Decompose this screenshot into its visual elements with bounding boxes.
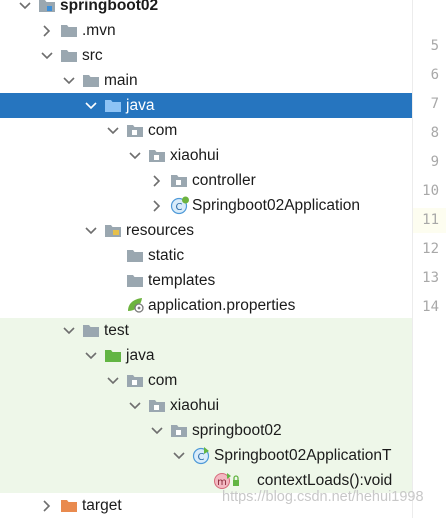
package-icon: [170, 172, 188, 189]
expand-arrow-icon[interactable]: [150, 168, 164, 193]
folder-icon: [60, 22, 78, 39]
folder-icon: [126, 247, 144, 264]
tree-node-label: contextLoads():void: [257, 472, 393, 489]
tree-node[interactable]: springboot02: [0, 418, 412, 443]
module-icon: [38, 0, 56, 14]
collapse-arrow-icon[interactable]: [18, 0, 32, 18]
collapse-arrow-icon[interactable]: [84, 343, 98, 368]
svg-text:C: C: [176, 202, 183, 213]
tree-node-label: test: [104, 322, 129, 339]
tree-node[interactable]: com: [0, 118, 412, 143]
collapse-arrow-icon[interactable]: [62, 68, 76, 93]
tree-node[interactable]: java: [0, 93, 412, 118]
line-number: 13: [422, 270, 439, 286]
tree-node-label: static: [148, 247, 185, 264]
project-tree: springboot02 .mvn src main java com xiaohui con…: [0, 0, 412, 518]
collapse-arrow-icon[interactable]: [128, 393, 142, 418]
tree-node-label: com: [148, 372, 178, 389]
editor-gutter: 5 6 7 8 9 10 11 12 13 14: [412, 0, 446, 518]
tree-node-label: controller: [192, 172, 256, 189]
expand-arrow-icon[interactable]: [40, 18, 54, 43]
tree-node[interactable]: .mvn: [0, 18, 412, 43]
collapse-arrow-icon[interactable]: [84, 93, 98, 118]
tree-node-label: springboot02: [192, 422, 282, 439]
package-icon: [148, 397, 166, 414]
spring-properties-icon: [126, 295, 144, 313]
tree-node[interactable]: springboot02: [0, 0, 412, 18]
tree-node-label: .mvn: [82, 22, 116, 39]
tree-node-label: Springboot02Application: [192, 197, 361, 214]
excluded-folder-icon: [60, 497, 78, 514]
tree-node[interactable]: xiaohui: [0, 143, 412, 168]
tree-node[interactable]: java: [0, 343, 412, 368]
tree-node[interactable]: C Springboot02ApplicationT: [0, 443, 412, 468]
package-icon: [170, 422, 188, 439]
collapse-arrow-icon[interactable]: [62, 318, 76, 343]
source-folder-icon: [104, 97, 122, 114]
test-class-icon: C: [192, 445, 210, 465]
line-number: 10: [422, 183, 439, 199]
folder-icon: [126, 272, 144, 289]
tree-node[interactable]: xiaohui: [0, 393, 412, 418]
collapse-arrow-icon[interactable]: [128, 143, 142, 168]
line-number: 9: [430, 154, 439, 170]
line-number: 7: [430, 96, 439, 112]
folder-icon: [82, 322, 100, 339]
line-number: 5: [430, 38, 439, 54]
line-number: 12: [422, 241, 439, 257]
tree-node-label: templates: [148, 272, 216, 289]
tree-node-label: xiaohui: [170, 397, 220, 414]
tree-node[interactable]: com: [0, 368, 412, 393]
tree-node[interactable]: static: [0, 243, 412, 268]
collapse-arrow-icon[interactable]: [172, 443, 186, 468]
line-number: 6: [430, 67, 439, 83]
tree-node[interactable]: C Springboot02Application: [0, 193, 412, 218]
expand-arrow-icon[interactable]: [40, 493, 54, 518]
package-icon: [148, 147, 166, 164]
method-icon: m: [214, 472, 239, 489]
tree-node-label: main: [104, 72, 138, 89]
tree-node[interactable]: controller: [0, 168, 412, 193]
tree-node-label: src: [82, 47, 103, 64]
line-number: 8: [430, 125, 439, 141]
tree-node-label: java: [126, 97, 155, 114]
collapse-arrow-icon[interactable]: [150, 418, 164, 443]
package-icon: [126, 372, 144, 389]
folder-icon: [82, 72, 100, 89]
watermark: https://blog.csdn.net/hehui1998: [222, 489, 424, 505]
package-icon: [126, 122, 144, 139]
test-folder-icon: [104, 347, 122, 364]
expand-arrow-icon[interactable]: [150, 193, 164, 218]
tree-node[interactable]: application.properties: [0, 293, 412, 318]
spring-class-icon: C: [170, 195, 189, 215]
line-number: 14: [422, 299, 439, 315]
tree-node-label: springboot02: [60, 0, 159, 14]
tree-node-label: target: [82, 497, 122, 514]
tree-node[interactable]: resources: [0, 218, 412, 243]
tree-node-label: com: [148, 122, 178, 139]
collapse-arrow-icon[interactable]: [106, 368, 120, 393]
tree-node-label: java: [126, 347, 155, 364]
tree-node-label: Springboot02ApplicationT: [214, 447, 392, 464]
tree-node-label: resources: [126, 222, 195, 239]
folder-icon: [60, 47, 78, 64]
tree-node[interactable]: main: [0, 68, 412, 93]
line-number: 11: [413, 208, 446, 233]
tree-node[interactable]: templates: [0, 268, 412, 293]
svg-text:m: m: [217, 477, 227, 488]
collapse-arrow-icon[interactable]: [40, 43, 54, 68]
collapse-arrow-icon[interactable]: [84, 218, 98, 243]
svg-text:C: C: [198, 452, 205, 463]
tree-node-label: application.properties: [148, 297, 296, 314]
tree-node-label: xiaohui: [170, 147, 220, 164]
resources-folder-icon: [104, 222, 122, 239]
collapse-arrow-icon[interactable]: [106, 118, 120, 143]
tree-node[interactable]: test: [0, 318, 412, 343]
tree-node[interactable]: src: [0, 43, 412, 68]
